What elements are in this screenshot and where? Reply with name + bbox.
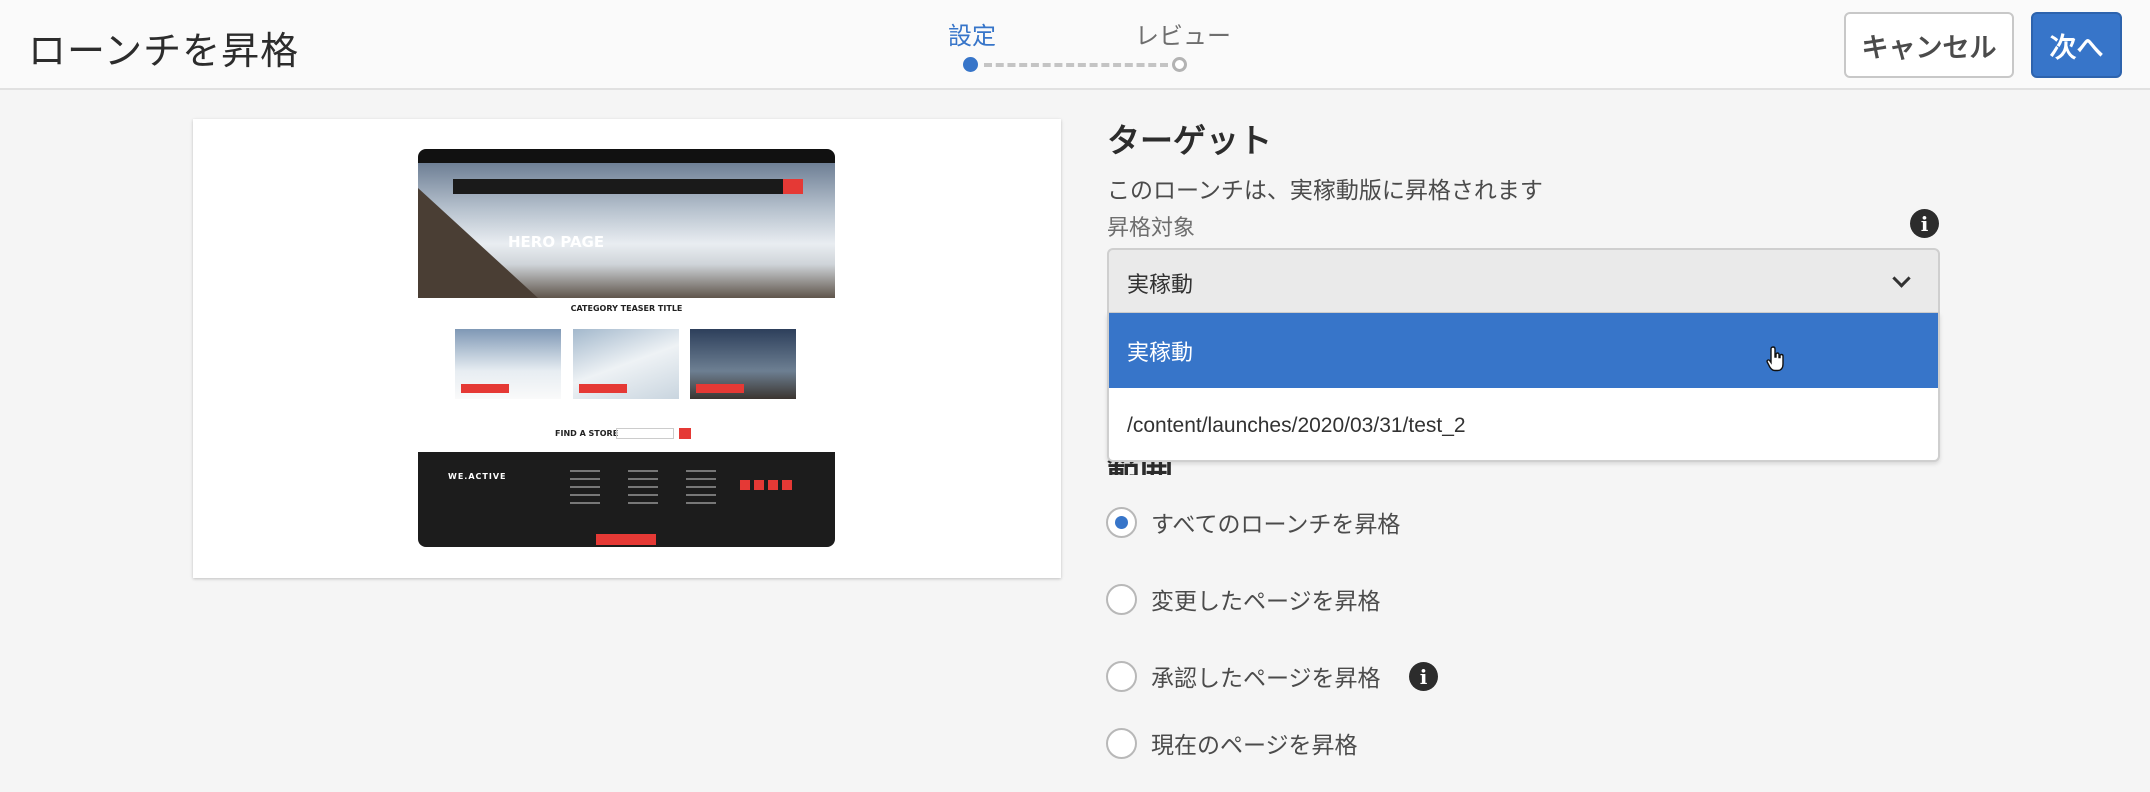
thumbnail-logo: WE.ACTIVE bbox=[448, 472, 507, 481]
target-description: このローンチは、実稼動版に昇格されます bbox=[1107, 178, 1543, 204]
page-title: ローンチを昇格 bbox=[28, 29, 300, 73]
thumbnail-tile bbox=[573, 329, 679, 399]
thumbnail-category-title: CATEGORY TEASER TITLE bbox=[570, 304, 683, 313]
thumbnail-tile bbox=[690, 329, 796, 399]
dropdown-option-launch-path[interactable]: /content/launches/2020/03/31/test_2 bbox=[1109, 388, 1938, 463]
page-preview-card: HERO PAGE CATEGORY TEASER TITLE FIND A S… bbox=[193, 119, 1061, 578]
thumbnail-tile-button bbox=[696, 384, 744, 393]
radio-button[interactable] bbox=[1106, 727, 1137, 759]
thumbnail-hero-image: HERO PAGE bbox=[418, 163, 835, 298]
promote-target-select[interactable]: 実稼動 bbox=[1107, 248, 1940, 314]
step-settings[interactable]: 設定 bbox=[948, 16, 996, 51]
radio-button[interactable] bbox=[1106, 660, 1137, 692]
thumbnail-hero-title: HERO PAGE bbox=[508, 233, 605, 251]
step-review[interactable]: レビュー bbox=[1135, 16, 1231, 51]
radio-label: すべてのローンチを昇格 bbox=[1151, 512, 1401, 538]
promote-target-dropdown-list: 実稼動 /content/launches/2020/03/31/test_2 bbox=[1107, 313, 1940, 462]
thumbnail-footer: WE.ACTIVE bbox=[418, 452, 835, 547]
info-icon[interactable]: i bbox=[1910, 209, 1939, 238]
radio-label: 現在のページを昇格 bbox=[1151, 733, 1358, 759]
chevron-down-icon bbox=[1892, 269, 1911, 288]
thumbnail-find-input bbox=[616, 428, 674, 439]
thumbnail-footer-column bbox=[628, 470, 658, 506]
thumbnail-tile bbox=[455, 329, 561, 399]
thumbnail-find-button bbox=[679, 428, 691, 439]
page-thumbnail: HERO PAGE CATEGORY TEASER TITLE FIND A S… bbox=[418, 149, 835, 547]
hand-cursor-icon bbox=[1766, 346, 1784, 372]
radio-label: 承認したページを昇格 bbox=[1151, 666, 1381, 692]
target-section-title: ターゲット bbox=[1107, 121, 1272, 160]
radio-label: 変更したページを昇格 bbox=[1151, 589, 1381, 615]
cancel-button[interactable]: キャンセル bbox=[1844, 12, 2014, 78]
radio-promote-all[interactable]: すべてのローンチを昇格 bbox=[1106, 505, 1400, 539]
promote-target-label: 昇格対象 bbox=[1107, 216, 1196, 241]
thumbnail-search-icon bbox=[783, 179, 803, 194]
radio-promote-approved[interactable]: 承認したページを昇格 bbox=[1106, 659, 1381, 693]
radio-promote-current[interactable]: 現在のページを昇格 bbox=[1106, 726, 1358, 760]
radio-promote-modified[interactable]: 変更したページを昇格 bbox=[1106, 582, 1381, 616]
radio-button[interactable] bbox=[1106, 506, 1137, 538]
info-icon[interactable]: i bbox=[1409, 662, 1438, 691]
select-value: 実稼動 bbox=[1127, 273, 1194, 298]
thumbnail-footer-column bbox=[570, 470, 600, 506]
step-indicator-inactive bbox=[1172, 57, 1187, 72]
wizard-stepper: 設定 レビュー bbox=[940, 14, 1240, 74]
thumbnail-topbar bbox=[418, 149, 835, 163]
thumbnail-nav bbox=[453, 179, 803, 194]
thumbnail-find-store: FIND A STORE bbox=[555, 429, 619, 438]
thumbnail-footer-column bbox=[686, 470, 716, 506]
dropdown-option-production[interactable]: 実稼動 bbox=[1109, 313, 1938, 388]
thumbnail-tile-button bbox=[579, 384, 627, 393]
thumbnail-tile-button bbox=[461, 384, 509, 393]
thumbnail-back-to-top bbox=[596, 534, 656, 545]
step-indicator-active bbox=[963, 57, 978, 72]
thumbnail-social-icons bbox=[740, 480, 792, 490]
radio-button[interactable] bbox=[1106, 583, 1137, 615]
header-bar: ローンチを昇格 設定 レビュー キャンセル 次へ bbox=[0, 0, 2150, 90]
next-button[interactable]: 次へ bbox=[2031, 12, 2122, 78]
step-connector bbox=[984, 63, 1168, 67]
